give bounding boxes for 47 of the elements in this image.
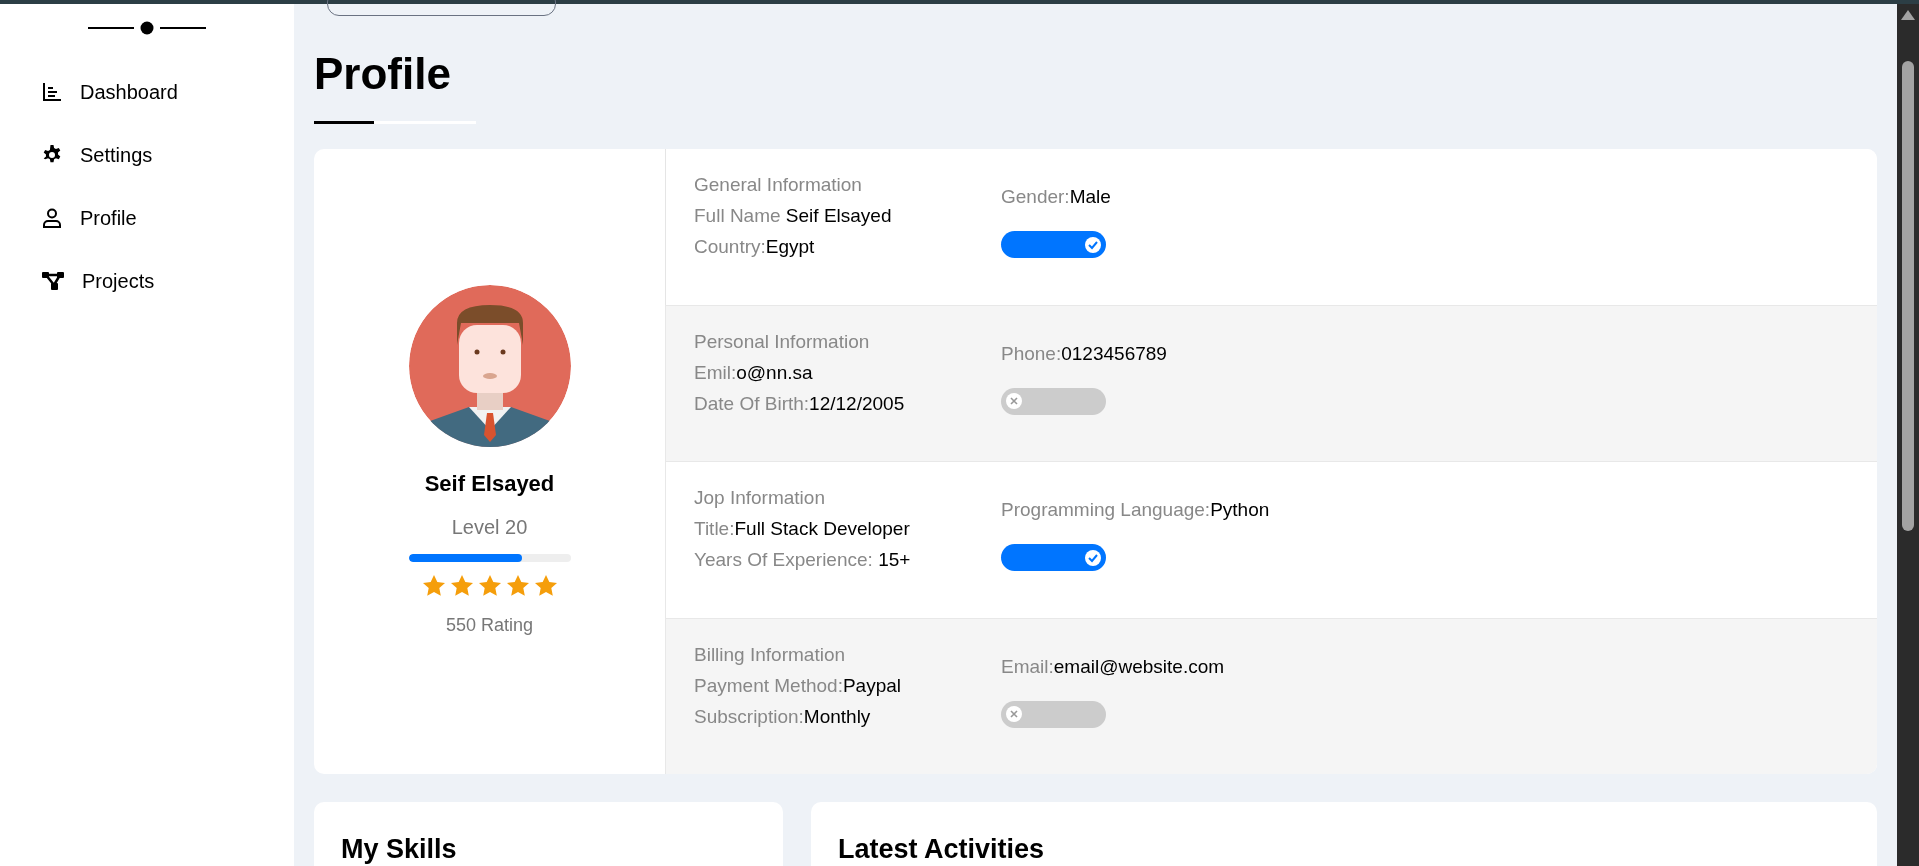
user-icon [42,207,62,228]
section-title: General Information [694,173,863,197]
section-title: Billing Information [694,642,847,667]
star-icon [533,573,558,598]
info-line: Country:Egypt [694,235,816,259]
info-line: Years Of Experience: 15+ [694,548,912,572]
check-icon [1084,235,1102,254]
logo-icon [88,21,206,35]
info-line: Full Name Seif Elsayed [694,204,893,228]
info-line: Payment Method:Paypal [694,673,903,698]
sidebar-item[interactable]: Profile [0,186,294,249]
level-text: Level 20 [451,514,528,540]
info-line: Phone:0123456789 [1001,341,1167,366]
close-icon [1005,705,1023,723]
info-line: Emil:o@nn.sa [694,360,814,385]
sidebar-item[interactable]: Dashboard [0,60,294,123]
scrollbar[interactable] [1897,4,1919,866]
toggle-switch[interactable] [1001,700,1106,728]
scrollbar-thumb[interactable] [1902,61,1914,531]
close-icon [1005,392,1023,410]
star-icon [449,573,474,598]
info-line: Gender:Male [1001,185,1111,209]
rating-text: 550 Rating [445,613,534,637]
info-line: Programming Language:Python [1001,498,1270,522]
settings-icon [42,144,62,165]
star-icon [421,573,446,598]
scroll-up-icon[interactable] [1901,10,1915,20]
page-title: Profile [314,49,452,99]
card-title: Latest Activities [838,833,1046,866]
toggle-switch[interactable] [1001,544,1106,571]
section-title: Personal Information [694,329,871,354]
star-icon [505,573,530,598]
info-line: Title:Full Stack Developer [694,517,911,541]
info-line: Date Of Birth:12/12/2005 [694,391,906,416]
info-line: Email:email@website.com [1001,654,1225,679]
star-icon [477,573,502,598]
info-line: Subscription:Monthly [694,704,872,729]
sidebar-item[interactable]: Projects [0,249,294,312]
section-title: Jop Information [694,486,826,510]
check-icon [1084,548,1102,567]
profile-name: Seif Elsayed [424,469,555,498]
toggle-switch[interactable] [1001,387,1106,415]
nodes-icon [42,270,64,291]
chart-icon [42,81,62,102]
toggle-switch[interactable] [1001,231,1106,258]
card-title: My Skills [341,833,458,866]
sidebar-item[interactable]: Settings [0,123,294,186]
